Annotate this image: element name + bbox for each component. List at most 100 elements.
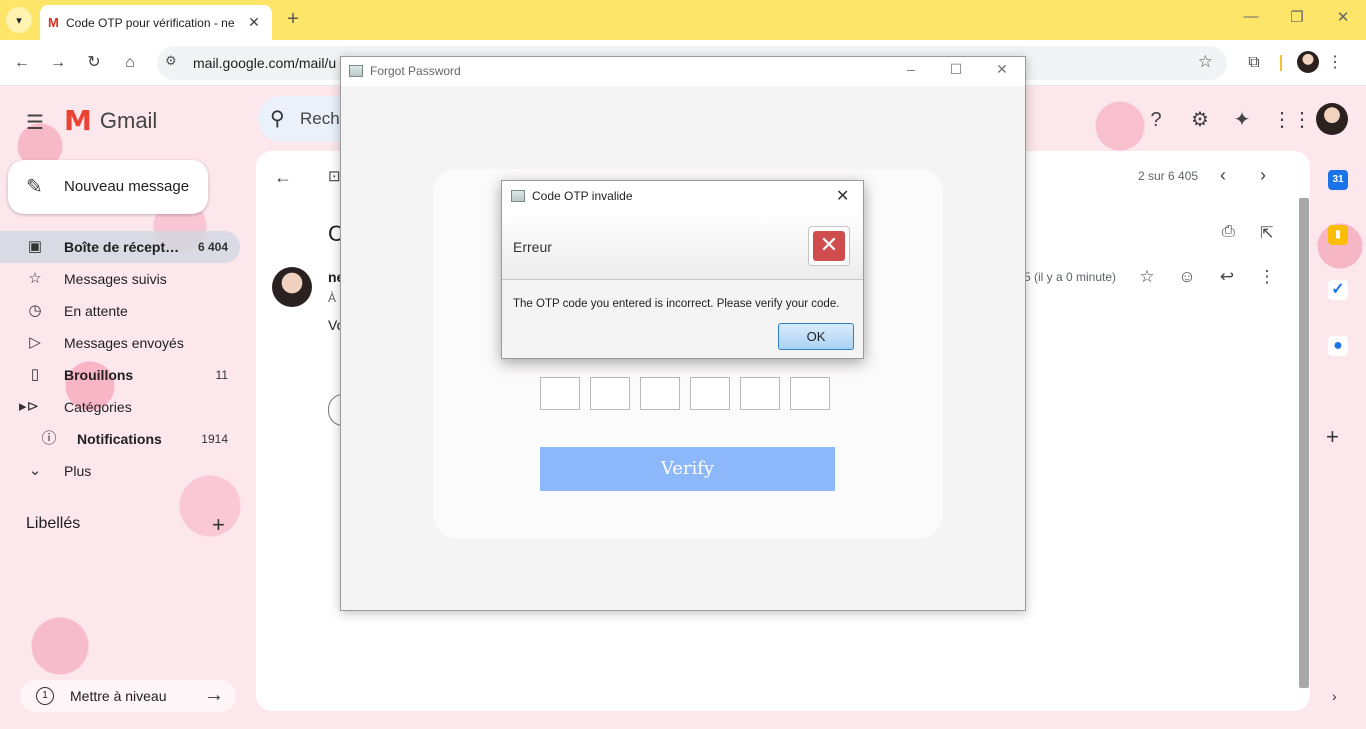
profile-avatar[interactable] (1297, 51, 1319, 73)
nav-label: Messages suivis (64, 271, 167, 287)
nav-label: Notifications (77, 431, 162, 447)
window-minimize-icon[interactable]: – (898, 61, 924, 77)
otp-digit-1[interactable] (540, 377, 580, 410)
gmail-favicon-icon: M (48, 15, 59, 30)
site-info-icon[interactable]: ⚙ (165, 53, 177, 69)
nav-label: En attente (64, 303, 128, 319)
menu-kebab-icon[interactable]: ⋮ (1324, 52, 1346, 74)
forgot-password-titlebar[interactable]: Forgot Password – ☐ ✕ (341, 57, 1025, 86)
keep-icon[interactable]: ▮ (1328, 225, 1348, 245)
label-icon: ▸⊳ (18, 398, 40, 415)
tab-title: Code OTP pour vérification - ne (66, 15, 235, 30)
message-time: 5 (il y a 0 minute) (1024, 270, 1117, 284)
window-title: Forgot Password (370, 64, 461, 78)
nav-item-more[interactable]: ⌄ Plus (0, 455, 240, 487)
url-text: mail.google.com/mail/u (193, 55, 337, 71)
verify-button[interactable]: Verify (540, 447, 835, 491)
expand-panel-icon[interactable]: › (1332, 688, 1337, 704)
contacts-icon[interactable]: ● (1328, 336, 1348, 356)
print-icon[interactable]: ⎙ (1222, 223, 1235, 241)
next-message-icon[interactable]: › (1260, 165, 1266, 186)
nav-item-starred[interactable]: ☆ Messages suivis (0, 263, 240, 295)
more-actions-icon[interactable]: ⋮ (1256, 267, 1278, 287)
nav-item-snoozed[interactable]: ◷ En attente (0, 295, 240, 327)
tasks-icon[interactable]: ✓ (1328, 280, 1348, 300)
otp-digit-6[interactable] (790, 377, 830, 410)
search-bar[interactable]: ⚲ Reche (258, 96, 349, 142)
dialog-header: Erreur ✕ (502, 212, 863, 280)
dialog-header-text: Erreur (513, 239, 552, 255)
nav-label: Plus (64, 463, 92, 479)
nav-label: Boîte de récept… (64, 239, 180, 255)
add-addon-icon[interactable]: + (1326, 424, 1339, 450)
reload-icon[interactable]: ↻ (83, 52, 105, 74)
gemini-sparkle-icon[interactable]: ✦ (1230, 108, 1254, 132)
star-icon: ☆ (28, 270, 42, 287)
compose-button[interactable]: ✎ Nouveau message (8, 160, 208, 214)
dialog-titlebar[interactable]: Code OTP invalide ✕ (502, 181, 863, 212)
error-icon: ✕ (808, 226, 850, 266)
draft-icon: ▯ (30, 366, 40, 383)
tab-search-icon[interactable]: ▾ (6, 7, 32, 33)
archive-icon[interactable]: ⊡ (328, 167, 341, 185)
labels-heading: Libellés (26, 515, 81, 532)
back-icon[interactable]: ← (11, 52, 33, 74)
ok-button[interactable]: OK (778, 323, 854, 350)
help-icon[interactable]: ? (1144, 108, 1168, 132)
back-to-inbox-icon[interactable]: ← (274, 167, 292, 188)
nav-item-notifications[interactable]: ⓘ Notifications 1914 (0, 423, 240, 455)
prev-message-icon[interactable]: ‹ (1220, 165, 1226, 186)
tab-close-icon[interactable]: ✕ (244, 14, 264, 31)
nav-label: Brouillons (64, 367, 134, 383)
reply-icon[interactable]: ↩ (1216, 267, 1238, 287)
otp-digit-5[interactable] (740, 377, 780, 410)
apps-grid-icon[interactable]: ⋮⋮ (1272, 108, 1312, 132)
nav-item-sent[interactable]: ▷ Messages envoyés (0, 327, 240, 359)
otp-digit-3[interactable] (640, 377, 680, 410)
gmail-brand: Gmail (99, 107, 158, 133)
dialog-title: Code OTP invalide (532, 189, 633, 203)
browser-tab[interactable]: M Code OTP pour vérification - ne ✕ (40, 5, 272, 40)
nav-item-categories[interactable]: ▸⊳ Catégories (0, 391, 240, 423)
sender-avatar (272, 267, 312, 307)
dialog-close-icon[interactable]: ✕ (836, 186, 849, 206)
emoji-react-icon[interactable]: ☺ (1176, 267, 1198, 287)
nav-label: Messages envoyés (64, 335, 184, 351)
settings-gear-icon[interactable]: ⚙ (1188, 108, 1212, 132)
nav-count: 11 (215, 368, 228, 382)
forward-icon[interactable]: → (47, 52, 69, 74)
new-tab-icon[interactable]: + (282, 8, 304, 30)
toolbar-separator (1280, 55, 1282, 71)
nav-item-inbox[interactable]: ▣ Boîte de récept… 6 404 (0, 231, 240, 263)
window-maximize-icon[interactable]: ☐ (943, 61, 969, 78)
bookmark-star-icon[interactable]: ☆ (1198, 52, 1213, 72)
nav-count: 6 404 (197, 240, 228, 254)
clock-icon: ◷ (28, 302, 42, 319)
search-icon[interactable]: ⚲ (270, 106, 285, 131)
nav-item-drafts[interactable]: ▯ Brouillons 11 (0, 359, 240, 391)
nav-count: 1914 (201, 432, 228, 446)
home-icon[interactable]: ⌂ (119, 52, 141, 74)
calendar-icon[interactable]: 31 (1328, 170, 1348, 190)
restore-icon[interactable]: ❐ (1285, 8, 1309, 26)
message-scrollbar[interactable] (1299, 198, 1309, 688)
window-close-icon[interactable]: ✕ (989, 61, 1015, 78)
otp-digit-2[interactable] (590, 377, 630, 410)
main-menu-icon[interactable]: ☰ (26, 110, 44, 135)
gmail-logo[interactable]: M Gmail (64, 104, 157, 137)
star-message-icon[interactable]: ☆ (1136, 267, 1158, 287)
add-label-icon[interactable]: + (212, 512, 225, 538)
minimize-icon[interactable]: — (1239, 8, 1263, 25)
nav-label: Catégories (64, 399, 132, 415)
otp-error-dialog: Code OTP invalide ✕ Erreur ✕ The OTP cod… (501, 180, 864, 359)
close-window-icon[interactable]: ✕ (1331, 8, 1355, 26)
dialog-app-icon (511, 190, 525, 202)
dialog-message: The OTP code you entered is incorrect. P… (513, 298, 840, 310)
upgrade-button[interactable]: 1 Mettre à niveau → (20, 680, 236, 712)
otp-digit-4[interactable] (690, 377, 730, 410)
open-new-window-icon[interactable]: ⇱ (1260, 223, 1273, 243)
upgrade-icon: 1 (36, 687, 54, 705)
extensions-icon[interactable]: ⧉ (1243, 52, 1265, 74)
pencil-icon: ✎ (26, 176, 43, 198)
account-avatar[interactable] (1316, 103, 1348, 135)
